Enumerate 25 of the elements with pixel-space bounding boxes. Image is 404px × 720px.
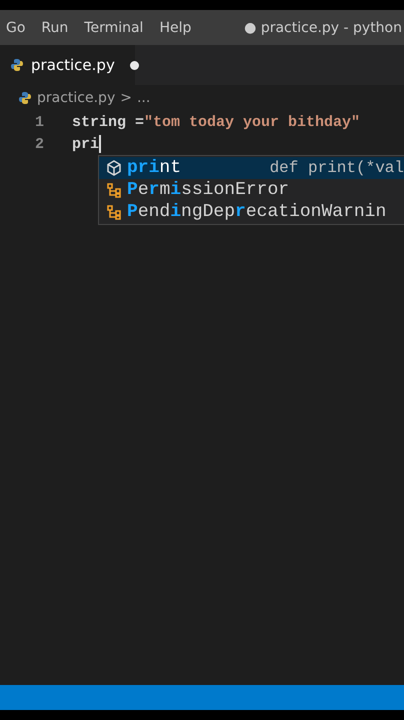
- suggestion-item[interactable]: print def print(*val: [99, 157, 404, 179]
- menu-item[interactable]: Help: [159, 20, 192, 36]
- suggestion-detail: def print(*val: [268, 159, 404, 177]
- suggestion-label: PermissionError: [127, 180, 290, 200]
- window-title: ● practice.py - python: [243, 20, 403, 36]
- suggestion-item[interactable]: PermissionError: [99, 179, 404, 201]
- python-file-icon: [18, 91, 32, 105]
- suggestion-item[interactable]: PendingDeprecationWarnin: [99, 201, 404, 223]
- breadcrumb-item[interactable]: ...: [136, 90, 150, 106]
- menu-item[interactable]: Go: [6, 20, 26, 36]
- code-line: string ="tom today your bithday": [72, 114, 360, 130]
- cube-icon: [105, 159, 123, 177]
- line-number: 1: [34, 114, 45, 130]
- breadcrumb-separator: >: [120, 90, 132, 106]
- code-line: pri: [72, 136, 100, 152]
- line-number: 2: [34, 136, 45, 152]
- class-icon: [105, 181, 123, 199]
- menu-item[interactable]: Terminal: [84, 20, 144, 36]
- menu-item[interactable]: Run: [41, 20, 68, 36]
- python-file-icon: [10, 58, 24, 72]
- class-icon: [105, 203, 123, 221]
- tab-label: practice.py: [31, 56, 115, 74]
- suggestion-label: PendingDeprecationWarnin: [127, 202, 386, 222]
- suggestion-label: print: [127, 158, 182, 178]
- breadcrumb-item[interactable]: practice.py: [37, 90, 116, 106]
